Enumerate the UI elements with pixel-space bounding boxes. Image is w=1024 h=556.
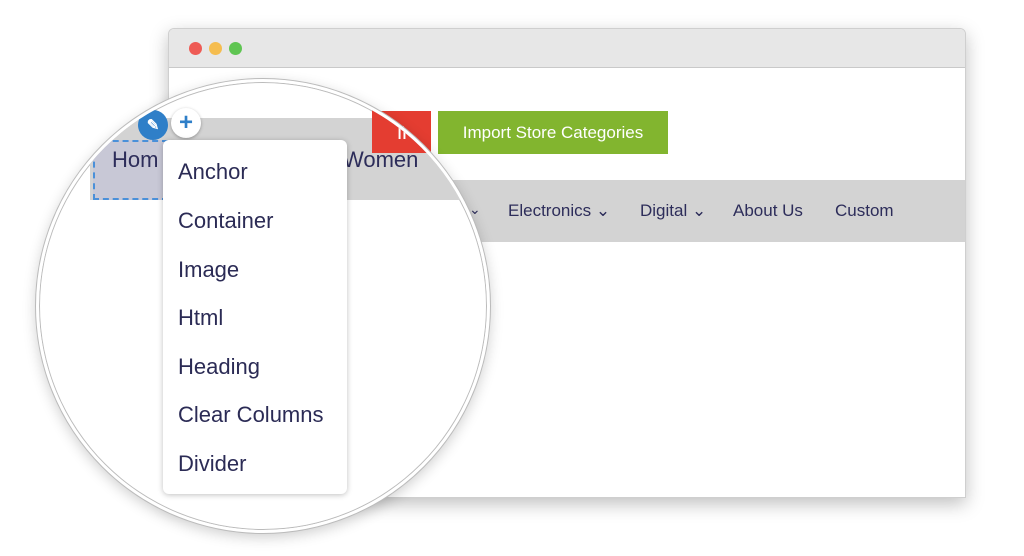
add-plus-icon[interactable]: + [171, 108, 201, 138]
edit-pencil-icon[interactable]: ✎ [138, 110, 168, 140]
nav-item-home[interactable]: Hom [112, 147, 158, 173]
nav-item-women[interactable]: Women [343, 147, 418, 173]
menu-item-clear-columns[interactable]: Clear Columns [178, 402, 324, 428]
magnified-red-label: ll [397, 118, 407, 144]
maximize-window-button[interactable] [229, 42, 242, 55]
nav-item-electronics[interactable]: Electronics ⌄ [508, 201, 610, 221]
nav-item-about-us[interactable]: About Us [733, 201, 803, 221]
nav-item-custom[interactable]: Custom [835, 201, 894, 221]
magnifier-lens: ll Hom Women ✎ + Anchor Container Image … [36, 79, 490, 533]
menu-item-container[interactable]: Container [178, 208, 273, 234]
menu-item-image[interactable]: Image [178, 257, 239, 283]
minimize-window-button[interactable] [209, 42, 222, 55]
nav-item-digital[interactable]: Digital ⌄ [640, 201, 706, 221]
add-element-menu: Anchor Container Image Html Heading Clea… [163, 140, 347, 494]
import-label: Import Store Categories [462, 122, 644, 142]
menu-item-html[interactable]: Html [178, 305, 223, 331]
title-bar [169, 29, 965, 68]
menu-item-anchor[interactable]: Anchor [178, 159, 248, 185]
close-window-button[interactable] [189, 42, 202, 55]
menu-item-heading[interactable]: Heading [178, 354, 260, 380]
menu-item-divider[interactable]: Divider [178, 451, 246, 477]
